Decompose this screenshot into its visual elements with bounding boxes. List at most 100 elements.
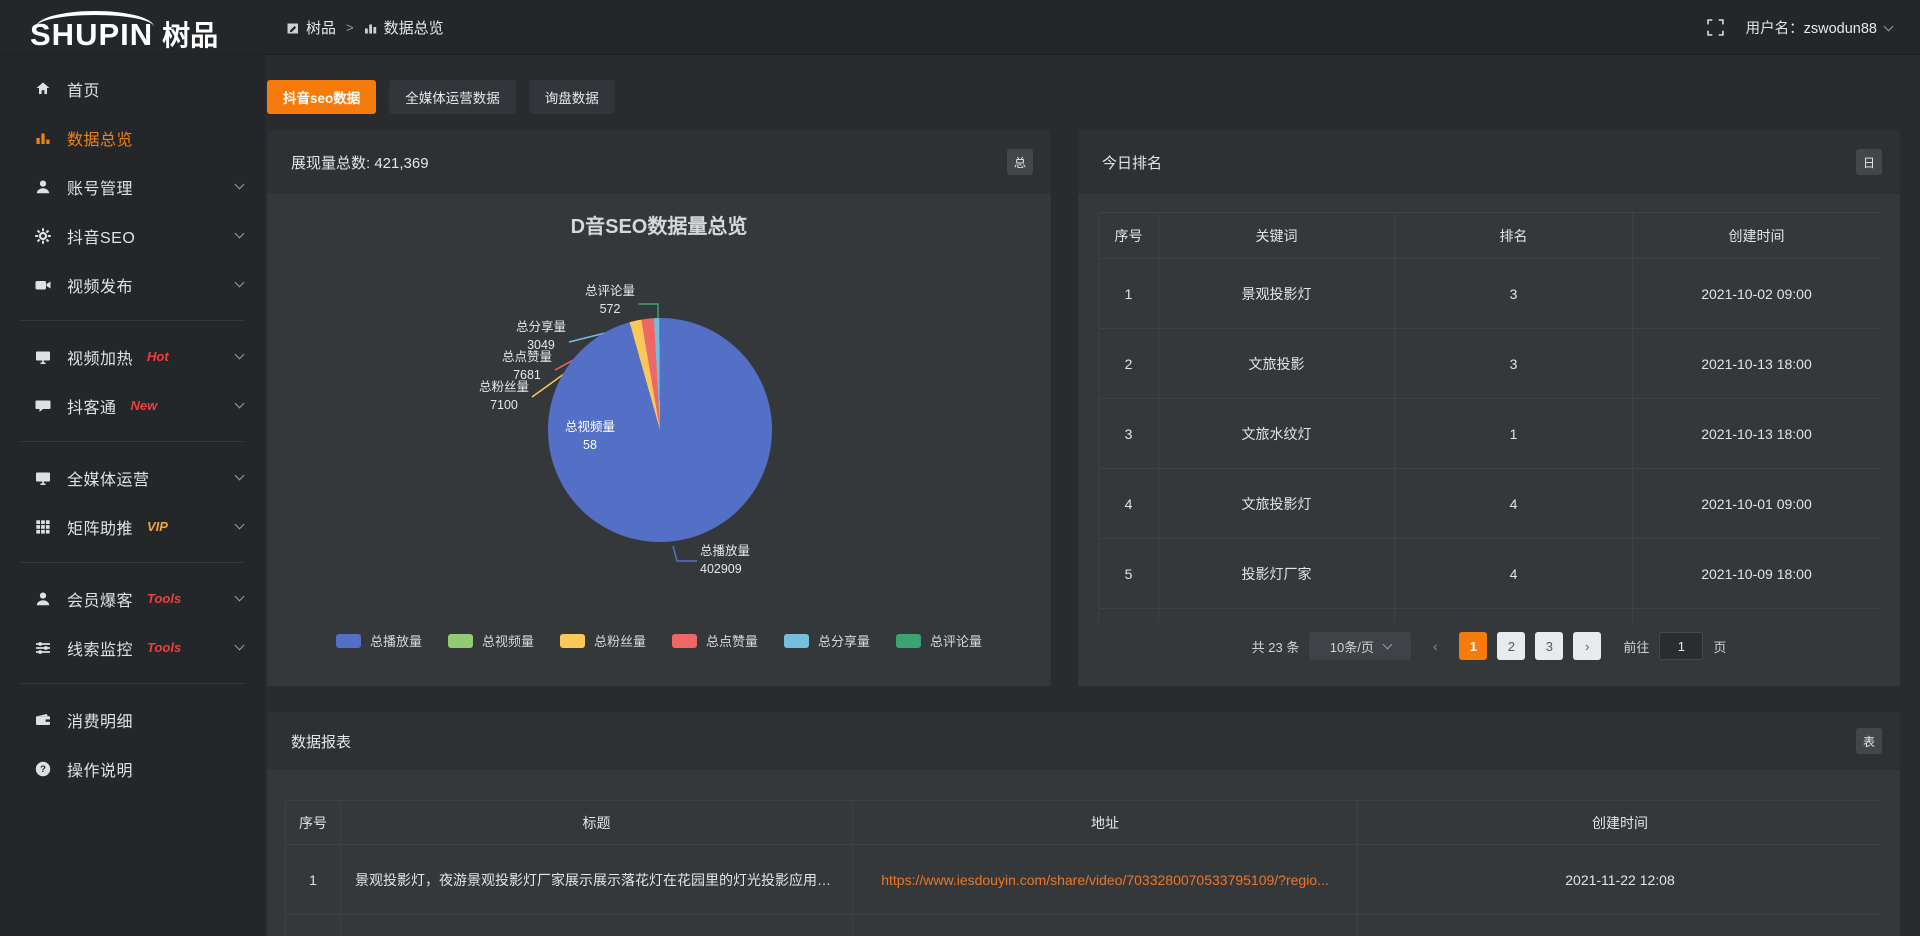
prev-page-button[interactable]: ‹ bbox=[1421, 632, 1449, 660]
table-header-row: 序号标题地址创建时间 bbox=[286, 801, 1883, 845]
legend-item-总评论量[interactable]: 总评论量 bbox=[896, 631, 982, 650]
goto-page-input[interactable] bbox=[1659, 632, 1703, 660]
sidebar-item-视频发布[interactable]: 视频发布 bbox=[0, 260, 265, 309]
sidebar-item-label: 全媒体运营 bbox=[67, 466, 150, 490]
page-button-3[interactable]: 3 bbox=[1535, 632, 1563, 660]
chevron-down-icon bbox=[235, 350, 245, 360]
breadcrumb: 树品 > 数据总览 bbox=[286, 0, 444, 55]
sidebar-item-矩阵助推[interactable]: 矩阵助推 VIP bbox=[0, 502, 265, 551]
ranking-table: 序号关键词排名创建时间1景观投影灯32021-10-02 09:002文旅投影3… bbox=[1098, 212, 1880, 622]
logo-arc bbox=[36, 11, 154, 27]
doc-icon bbox=[286, 21, 300, 35]
breadcrumb-item[interactable]: 树品 bbox=[286, 17, 336, 38]
table-cell: 景观投影灯 bbox=[1159, 259, 1395, 329]
sidebar-item-会员爆客[interactable]: 会员爆客 Tools bbox=[0, 574, 265, 623]
pagination: 共 23 条 10条/页 ‹ 123 › 前往 页 bbox=[1078, 632, 1900, 660]
user-menu[interactable]: 用户名：zswodun88 bbox=[1746, 17, 1892, 38]
legend-item-总粉丝量[interactable]: 总粉丝量 bbox=[560, 631, 646, 650]
table-row: 1景观投影灯32021-10-02 09:00 bbox=[1099, 259, 1881, 329]
table-cell: 4 bbox=[1395, 539, 1633, 609]
page-button-1[interactable]: 1 bbox=[1459, 632, 1487, 660]
table-cell: 2021-10-02 09:00 bbox=[1633, 259, 1881, 329]
total-view-button[interactable]: 总 bbox=[1007, 149, 1033, 175]
sidebar-item-消费明细[interactable]: 消费明细 bbox=[0, 695, 265, 744]
table-cell-title: 景观投影灯，夜游景观投影灯厂家展示展示落花灯在花园里的灯光投影应用效果 # bbox=[341, 845, 853, 915]
column-header: 排名 bbox=[1395, 213, 1633, 259]
table-cell: 投影灯厂家 bbox=[1159, 539, 1395, 609]
column-header: 关键词 bbox=[1159, 213, 1395, 259]
fullscreen-icon[interactable] bbox=[1707, 19, 1724, 36]
sidebar-item-抖客通[interactable]: 抖客通 New bbox=[0, 381, 265, 430]
sidebar-item-label: 线索监控 bbox=[67, 636, 133, 660]
sidebar-item-label: 首页 bbox=[67, 77, 100, 101]
daily-view-button[interactable]: 日 bbox=[1856, 149, 1882, 175]
svg-text:?: ? bbox=[40, 764, 46, 775]
legend-label: 总视频量 bbox=[482, 631, 534, 650]
legend-label: 总粉丝量 bbox=[594, 631, 646, 650]
table-cell-time: 2021-11-22 12:08 bbox=[1358, 845, 1883, 915]
sidebar-item-label: 视频加热 bbox=[67, 345, 133, 369]
next-page-button[interactable]: › bbox=[1573, 632, 1601, 660]
column-header: 创建时间 bbox=[1633, 213, 1881, 259]
home-icon bbox=[34, 80, 52, 98]
table-cell-index: 1 bbox=[286, 845, 341, 915]
table-row-clipped bbox=[286, 915, 1883, 936]
sidebar-divider bbox=[20, 683, 245, 684]
app-window: SHUPIN 树品 树品 > 数据总览 用户名：zswodun88 首页 数据总览 bbox=[0, 0, 1920, 936]
chevron-down-icon bbox=[235, 229, 245, 239]
sidebar-item-线索监控[interactable]: 线索监控 Tools bbox=[0, 623, 265, 672]
sidebar-item-账号管理[interactable]: 账号管理 bbox=[0, 162, 265, 211]
report-title: 数据报表 bbox=[291, 731, 351, 752]
chart-legend: 总播放量 总视频量 总粉丝量 总点赞量 总分享量 总评论量 bbox=[267, 631, 1051, 650]
sidebar-item-badge: Hot bbox=[147, 349, 169, 364]
chevron-down-icon bbox=[235, 641, 245, 651]
sidebar-item-label: 矩阵助推 bbox=[67, 515, 133, 539]
sidebar-item-全媒体运营[interactable]: 全媒体运营 bbox=[0, 453, 265, 502]
legend-item-总分享量[interactable]: 总分享量 bbox=[784, 631, 870, 650]
sidebar-item-操作说明[interactable]: ? 操作说明 bbox=[0, 744, 265, 793]
report-panel: 数据报表 表 序号标题地址创建时间 1 景观投影灯，夜游景观投影灯厂家展示展示落… bbox=[267, 712, 1900, 936]
sidebar-item-label: 操作说明 bbox=[67, 757, 133, 781]
pie-leader-line bbox=[638, 304, 658, 319]
sidebar-item-抖音SEO[interactable]: 抖音SEO bbox=[0, 211, 265, 260]
bar-chart-icon bbox=[34, 129, 52, 147]
tab-询盘数据[interactable]: 询盘数据 bbox=[529, 80, 615, 114]
sidebar-item-视频加热[interactable]: 视频加热 Hot bbox=[0, 332, 265, 381]
sidebar-item-badge: VIP bbox=[147, 519, 168, 534]
table-view-button[interactable]: 表 bbox=[1856, 728, 1882, 754]
page-size-select[interactable]: 10条/页 bbox=[1309, 632, 1411, 660]
table-cell: 2 bbox=[1099, 329, 1159, 399]
breadcrumb-item[interactable]: 数据总览 bbox=[364, 17, 444, 38]
breadcrumb-separator: > bbox=[346, 20, 354, 35]
ranking-panel-header: 今日排名 日 bbox=[1078, 130, 1900, 194]
breadcrumb-label: 树品 bbox=[306, 17, 336, 38]
tab-全媒体运营数据[interactable]: 全媒体运营数据 bbox=[389, 80, 516, 114]
table-cell: 文旅投影 bbox=[1159, 329, 1395, 399]
ranking-title: 今日排名 bbox=[1102, 152, 1162, 173]
pie-leader-line bbox=[673, 546, 697, 561]
pie-label-value: 7681 bbox=[502, 366, 552, 384]
legend-item-总点赞量[interactable]: 总点赞量 bbox=[672, 631, 758, 650]
sidebar-item-首页[interactable]: 首页 bbox=[0, 64, 265, 113]
video-link[interactable]: https://www.iesdouyin.com/share/video/70… bbox=[881, 872, 1329, 888]
goto-label: 前往 bbox=[1623, 637, 1649, 656]
sidebar-item-badge: Tools bbox=[147, 591, 181, 606]
pie-label-name: 总播放量 bbox=[700, 542, 750, 560]
sidebar-item-label: 会员爆客 bbox=[67, 587, 133, 611]
app-logo[interactable]: SHUPIN 树品 bbox=[30, 6, 265, 50]
pie-label-name: 总分享量 bbox=[516, 318, 566, 336]
report-table: 序号标题地址创建时间 1 景观投影灯，夜游景观投影灯厂家展示展示落花灯在花园里的… bbox=[285, 800, 1882, 936]
legend-item-总视频量[interactable]: 总视频量 bbox=[448, 631, 534, 650]
column-header: 序号 bbox=[286, 801, 341, 845]
monitor-icon bbox=[34, 469, 52, 487]
legend-item-总播放量[interactable]: 总播放量 bbox=[336, 631, 422, 650]
legend-swatch bbox=[560, 634, 585, 648]
sidebar-divider bbox=[20, 320, 245, 321]
legend-label: 总分享量 bbox=[818, 631, 870, 650]
tab-抖音seo数据[interactable]: 抖音seo数据 bbox=[267, 80, 376, 114]
page-button-2[interactable]: 2 bbox=[1497, 632, 1525, 660]
sidebar-divider bbox=[20, 441, 245, 442]
table-row: 3文旅水纹灯12021-10-13 18:00 bbox=[1099, 399, 1881, 469]
screen-icon bbox=[34, 348, 52, 366]
sidebar-item-数据总览[interactable]: 数据总览 bbox=[0, 113, 265, 162]
